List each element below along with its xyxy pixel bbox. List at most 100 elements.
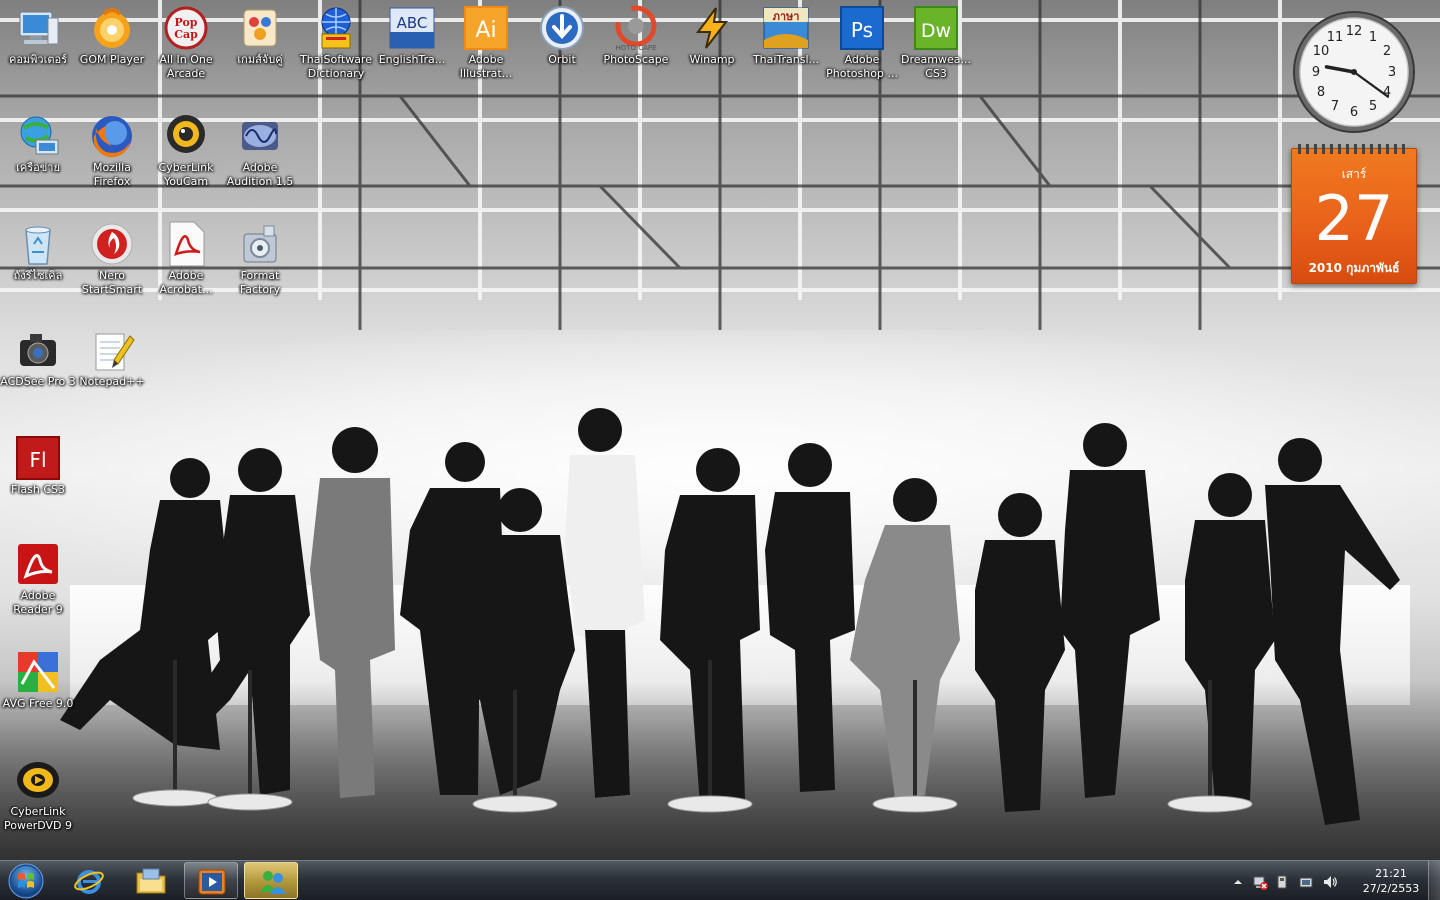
desktop-icon-thaisoftware-dictionary[interactable]: ThaiSoftware Dictionary [298, 4, 374, 81]
svg-text:Dw: Dw [921, 20, 951, 42]
network-icon [20, 116, 59, 155]
svg-text:ABC: ABC [397, 14, 428, 32]
desktop-icon-flash-cs3[interactable]: Fl Flash CS3 [0, 434, 76, 497]
desktop-icon-englishtranslator[interactable]: ABC EnglishTra... [374, 4, 450, 67]
clock-number-6: 6 [1350, 105, 1358, 120]
desktop-icon-label: PhotoScape [603, 53, 669, 66]
analog-clock-face: 12 1 2 3 4 5 6 7 8 9 10 11 [1293, 11, 1415, 133]
taskbar-windows-explorer[interactable] [124, 862, 178, 899]
desktop-icon-adobe-audition[interactable]: Adobe Audition 1.5 [222, 112, 298, 189]
orbit-download-icon [540, 6, 584, 50]
desktop-icon-all-in-one-arcade[interactable]: Pop Cap All In One Arcade [148, 4, 224, 81]
audition-icon [242, 122, 278, 150]
desktop-icon-adobe-photoshop[interactable]: Ps Adobe Photoshop ... [824, 4, 900, 81]
desktop-icon-label: Adobe Photoshop ... [826, 53, 898, 80]
thai-translator-icon: ภาษา [763, 7, 809, 49]
calendar-binding-rings [1298, 144, 1405, 154]
taskbar: 21:21 27/2/2553 [0, 860, 1440, 900]
popcap-icon: Pop Cap [164, 6, 208, 50]
desktop-icon-orbit[interactable]: Orbit [524, 4, 600, 67]
desktop-icon-photoscape[interactable]: HOTO CAPE PhotoScape [598, 4, 674, 67]
desktop-icon-cyberlink-youcam[interactable]: CyberLink YouCam [148, 112, 224, 189]
acrobat-icon [169, 221, 205, 267]
desktop-icon-adobe-reader[interactable]: Adobe Reader 9 [0, 540, 76, 617]
svg-text:HOTO CAPE: HOTO CAPE [615, 44, 656, 52]
desktop-icon-mozilla-firefox[interactable]: Mozilla Firefox [74, 112, 150, 189]
svg-text:ภาษา: ภาษา [773, 10, 800, 23]
desktop-icon-label: Notepad++ [79, 375, 145, 388]
notepad-plus-icon [95, 333, 135, 371]
desktop-icon-recycle-bin[interactable]: ถังรีไซเคิล [0, 220, 76, 283]
desktop-icon-label: ThaiSoftware Dictionary [300, 53, 372, 80]
gom-player-icon [94, 8, 130, 48]
wallpaper-group-photo [60, 408, 1400, 825]
desktop-icon-mahjong[interactable]: เกมส์จับคู่ [222, 4, 298, 67]
desktop-icon-label: Nero StartSmart [81, 269, 143, 296]
desktop-icon-label: GOM Player [79, 53, 145, 66]
tray-time: 21:21 [1375, 867, 1407, 880]
desktop-icon-label: Orbit [548, 53, 576, 66]
desktop-icon-nero-startsmart[interactable]: Nero StartSmart [74, 220, 150, 297]
taskbar-messenger[interactable] [244, 862, 298, 899]
desktop-icon-label: Mozilla Firefox [93, 161, 131, 188]
network-error-icon[interactable] [1252, 874, 1268, 890]
action-center-flag-icon[interactable] [1298, 874, 1314, 890]
desktop-icon-label: เครือข่าย [16, 161, 60, 174]
show-desktop-button[interactable] [1428, 861, 1440, 900]
calendar-day: 27 [1314, 182, 1394, 255]
desktop-icon-label: Adobe Audition 1.5 [226, 161, 294, 188]
desktop-icon-cyberlink-powerdvd[interactable]: CyberLink PowerDVD 9 [0, 756, 76, 833]
svg-text:Cap: Cap [174, 28, 198, 41]
folder-icon [136, 868, 166, 894]
desktop-icon-acdsee[interactable]: ACDSee Pro 3 [0, 326, 76, 389]
mahjong-game-icon [243, 9, 277, 47]
desktop-icon-gom-player[interactable]: GOM Player [74, 4, 150, 67]
taskbar-media-player[interactable] [184, 862, 238, 899]
desktop-icon-label: Winamp [689, 53, 735, 66]
media-player-icon [198, 869, 226, 895]
desktop-icon-label: ถังรีไซเคิล [13, 269, 63, 282]
winamp-icon [696, 7, 729, 49]
firefox-icon [92, 116, 132, 158]
illustrator-icon: Ai [464, 6, 508, 50]
safely-remove-hardware-icon[interactable] [1274, 874, 1290, 890]
desktop-icon-label: Dreamwea... CS3 [901, 53, 971, 80]
clock-number-10: 10 [1313, 44, 1330, 59]
calendar-gadget[interactable]: เสาร์ 27 2010 กุมภาพันธ์ [1291, 144, 1417, 284]
tray-clock[interactable]: 21:21 27/2/2553 [1358, 866, 1424, 896]
desktop-icon-label: All In One Arcade [159, 53, 213, 80]
start-button[interactable] [4, 862, 48, 900]
volume-speaker-icon[interactable] [1322, 874, 1338, 890]
tray-date: 27/2/2553 [1362, 882, 1420, 895]
photoshop-icon: Ps [840, 6, 884, 50]
desktop-icon-thaitranslator[interactable]: ภาษา ThaiTransl... [748, 4, 824, 67]
abc-translator-icon: ABC [389, 7, 435, 49]
taskbar-internet-explorer[interactable] [62, 862, 116, 899]
clock-gadget[interactable]: 12 1 2 3 4 5 6 7 8 9 10 11 [1290, 8, 1418, 136]
desktop-icon-label: Adobe Acrobat... [159, 269, 213, 296]
svg-text:Ps: Ps [851, 18, 873, 42]
desktop-icon-label: Adobe Reader 9 [13, 589, 63, 616]
clock-number-2: 2 [1383, 44, 1391, 59]
recycle-bin-icon [25, 226, 51, 265]
desktop-icon-adobe-illustrator[interactable]: Ai Adobe Illustrat... [448, 4, 524, 81]
show-hidden-icons-chevron-up-icon[interactable] [1230, 874, 1246, 890]
desktop-icon-notepad-plus-plus[interactable]: Notepad++ [74, 326, 150, 389]
clock-number-3: 3 [1388, 65, 1396, 80]
desktop-icon-adobe-acrobat[interactable]: Adobe Acrobat... [148, 220, 224, 297]
desktop-icon-label: Flash CS3 [11, 483, 65, 496]
format-factory-icon [243, 225, 277, 263]
desktop-icon-computer[interactable]: คอมพิวเตอร์ [0, 4, 76, 67]
desktop[interactable]: คอมพิวเตอร์ GOM Player Pop Cap All In On… [0, 0, 1440, 900]
messenger-icon [260, 871, 286, 894]
desktop-icon-dreamweaver[interactable]: Dw Dreamwea... CS3 [898, 4, 974, 81]
computer-icon [19, 11, 59, 45]
desktop-icon-winamp[interactable]: Winamp [674, 4, 750, 67]
desktop-icon-label: คอมพิวเตอร์ [8, 53, 68, 66]
desktop-icon-avg-free[interactable]: AVG Free 9.0 [0, 648, 76, 711]
powerdvd-icon [17, 762, 59, 798]
desktop-icon-label: CyberLink YouCam [158, 161, 214, 188]
desktop-icon-network[interactable]: เครือข่าย [0, 112, 76, 175]
desktop-icon-label: Adobe Illustrat... [459, 53, 513, 80]
desktop-icon-format-factory[interactable]: Format Factory [222, 220, 298, 297]
